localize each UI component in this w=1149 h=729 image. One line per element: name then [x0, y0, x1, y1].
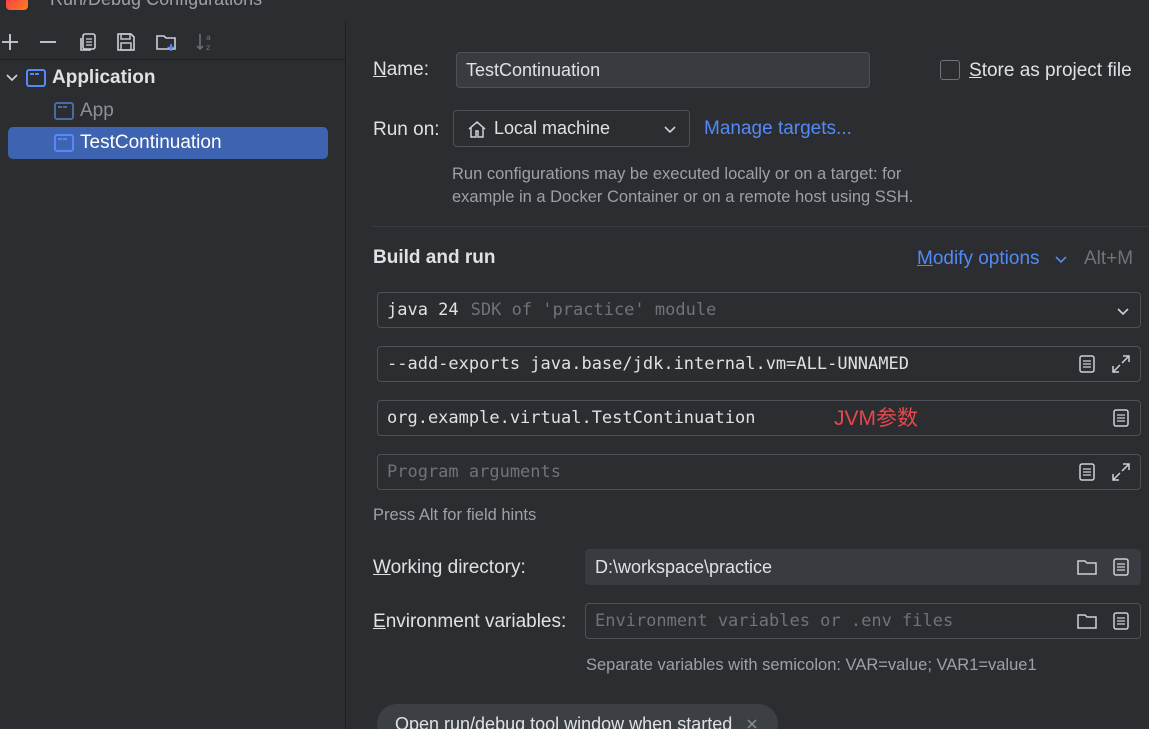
tree-group-label: Application	[52, 67, 156, 88]
home-icon	[466, 118, 488, 140]
store-project-checkbox[interactable]	[940, 60, 960, 80]
tree-item-testcontinuation[interactable]: TestContinuation	[8, 127, 328, 159]
build-run-heading: Build and run	[373, 247, 496, 268]
chevron-down-icon	[659, 118, 681, 140]
title-bar: Run/Debug Configurations	[0, 0, 1149, 22]
add-icon[interactable]	[0, 30, 22, 54]
expand-text-icon[interactable]	[1076, 461, 1098, 483]
jvm-annotation: JVM参数	[834, 407, 918, 430]
tree-toolbar: az	[0, 22, 346, 60]
folder-icon[interactable]	[1076, 610, 1098, 632]
browse-class-icon[interactable]	[1110, 407, 1132, 429]
env-help-text: Separate variables with semicolon: VAR=v…	[586, 656, 1037, 674]
edit-env-icon[interactable]	[1110, 610, 1132, 632]
maximize-icon[interactable]	[1110, 353, 1132, 375]
macros-icon[interactable]	[1110, 556, 1132, 578]
main-class-input[interactable]: org.example.virtual.TestContinuation	[377, 400, 1141, 436]
chevron-down-icon	[1112, 300, 1134, 322]
modify-options-shortcut: Alt+M	[1084, 248, 1134, 269]
intellij-logo-icon	[6, 0, 28, 10]
run-on-label: Run on:	[373, 119, 440, 140]
environment-variables-input[interactable]: Environment variables or .env files	[585, 603, 1141, 639]
name-label: Name:	[373, 59, 429, 80]
folder-icon[interactable]	[1076, 556, 1098, 578]
chevron-down-icon[interactable]	[2, 68, 22, 88]
config-tree-panel: az Application App TestContinuation	[0, 22, 346, 729]
sort-alpha-icon[interactable]: az	[194, 30, 218, 54]
program-arguments-input[interactable]: Program arguments	[377, 454, 1141, 490]
copy-icon[interactable]	[76, 30, 100, 54]
open-tool-window-option[interactable]: Open run/debug tool window when started	[377, 704, 779, 729]
application-config-icon	[26, 69, 46, 87]
remove-icon[interactable]	[36, 30, 60, 54]
vm-options-input[interactable]: --add-exports java.base/jdk.internal.vm=…	[377, 346, 1141, 382]
close-icon[interactable]	[744, 716, 760, 729]
section-divider	[372, 226, 1149, 227]
window-title: Run/Debug Configurations	[50, 0, 262, 10]
name-input[interactable]: TestContinuation	[456, 52, 870, 88]
sdk-dropdown[interactable]: java 24 SDK of 'practice' module	[377, 292, 1141, 328]
tree-item-label: App	[80, 100, 114, 121]
application-config-icon	[54, 134, 74, 152]
modify-options-link[interactable]: Modify options	[917, 248, 1040, 270]
config-form: Name: TestContinuation Store as project …	[347, 22, 1149, 729]
application-config-icon	[54, 102, 74, 120]
svg-text:z: z	[206, 43, 210, 52]
expand-text-icon[interactable]	[1076, 353, 1098, 375]
tree-group-application[interactable]: Application	[0, 62, 155, 94]
run-on-dropdown[interactable]: Local machine	[453, 110, 690, 147]
store-project-label[interactable]: Store as project file	[969, 60, 1132, 82]
chevron-down-icon[interactable]	[1050, 248, 1072, 270]
save-icon[interactable]	[114, 30, 138, 54]
working-directory-input[interactable]: D:\workspace\practice	[585, 549, 1141, 585]
field-hints-text: Press Alt for field hints	[373, 506, 537, 524]
svg-text:a: a	[206, 33, 211, 42]
new-folder-icon[interactable]	[154, 30, 178, 54]
maximize-icon[interactable]	[1110, 461, 1132, 483]
run-on-help: Run configurations may be executed local…	[452, 165, 914, 206]
tree-item-app[interactable]: App	[54, 95, 114, 127]
option-label: Open run/debug tool window when started	[395, 713, 733, 729]
environment-variables-label: Environment variables:	[373, 611, 567, 632]
tree-item-label: TestContinuation	[80, 132, 222, 153]
working-directory-label: Working directory:	[373, 557, 526, 578]
manage-targets-link[interactable]: Manage targets...	[704, 118, 852, 140]
